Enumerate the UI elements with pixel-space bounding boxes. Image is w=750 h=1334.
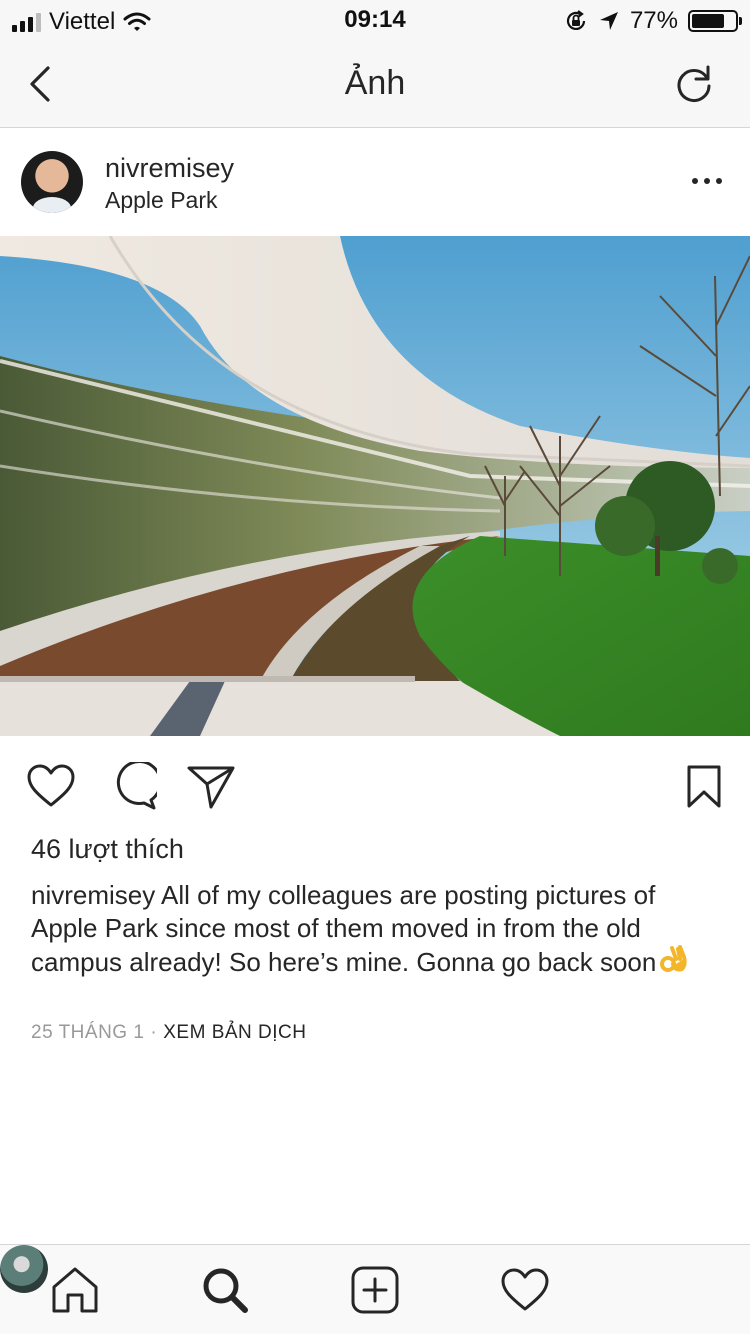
battery-percent: 77% — [629, 7, 678, 34]
tab-bar — [0, 1244, 750, 1334]
see-translation-link[interactable]: XEM BẢN DỊCH — [163, 1022, 306, 1043]
battery-icon — [688, 10, 742, 32]
post-header: nivremisey Apple Park — [0, 129, 750, 235]
heart-icon[interactable] — [26, 762, 76, 810]
post-caption: nivremisey All of my colleagues are post… — [31, 879, 721, 979]
page-title: Ảnh — [344, 64, 406, 102]
bookmark-icon[interactable] — [686, 762, 722, 810]
avatar[interactable] — [21, 151, 83, 213]
comment-icon[interactable] — [107, 762, 157, 810]
post-action-bar — [0, 737, 750, 832]
add-post-icon[interactable] — [350, 1265, 400, 1315]
activity-heart-icon[interactable] — [500, 1265, 550, 1315]
navigation-bar: Ảnh — [0, 40, 750, 128]
ellipsis-icon[interactable] — [692, 173, 722, 189]
likes-count[interactable]: 46 lượt thích — [31, 834, 184, 865]
apple-park-photo — [0, 236, 750, 736]
meta-separator: · — [150, 1022, 158, 1043]
post-location[interactable]: Apple Park — [105, 187, 218, 214]
post-meta: 25 THÁNG 1 · XEM BẢN DỊCH — [31, 1022, 307, 1044]
profile-avatar[interactable] — [0, 1245, 48, 1293]
battery-fill — [692, 14, 725, 28]
refresh-icon[interactable] — [672, 62, 716, 106]
search-icon[interactable] — [200, 1265, 250, 1315]
home-icon[interactable] — [50, 1265, 100, 1315]
rotation-lock-icon — [566, 10, 586, 30]
post-date: 25 THÁNG 1 — [31, 1022, 145, 1043]
post-photo[interactable] — [0, 236, 750, 736]
post-username[interactable]: nivremisey — [105, 153, 234, 184]
status-bar: Viettel 09:14 77% — [0, 0, 750, 40]
share-icon[interactable] — [186, 762, 236, 810]
ok-hand-emoji-icon — [660, 945, 687, 972]
caption-username[interactable]: nivremisey — [31, 880, 155, 910]
status-right: 77% — [564, 7, 742, 35]
location-arrow-icon — [599, 12, 618, 30]
